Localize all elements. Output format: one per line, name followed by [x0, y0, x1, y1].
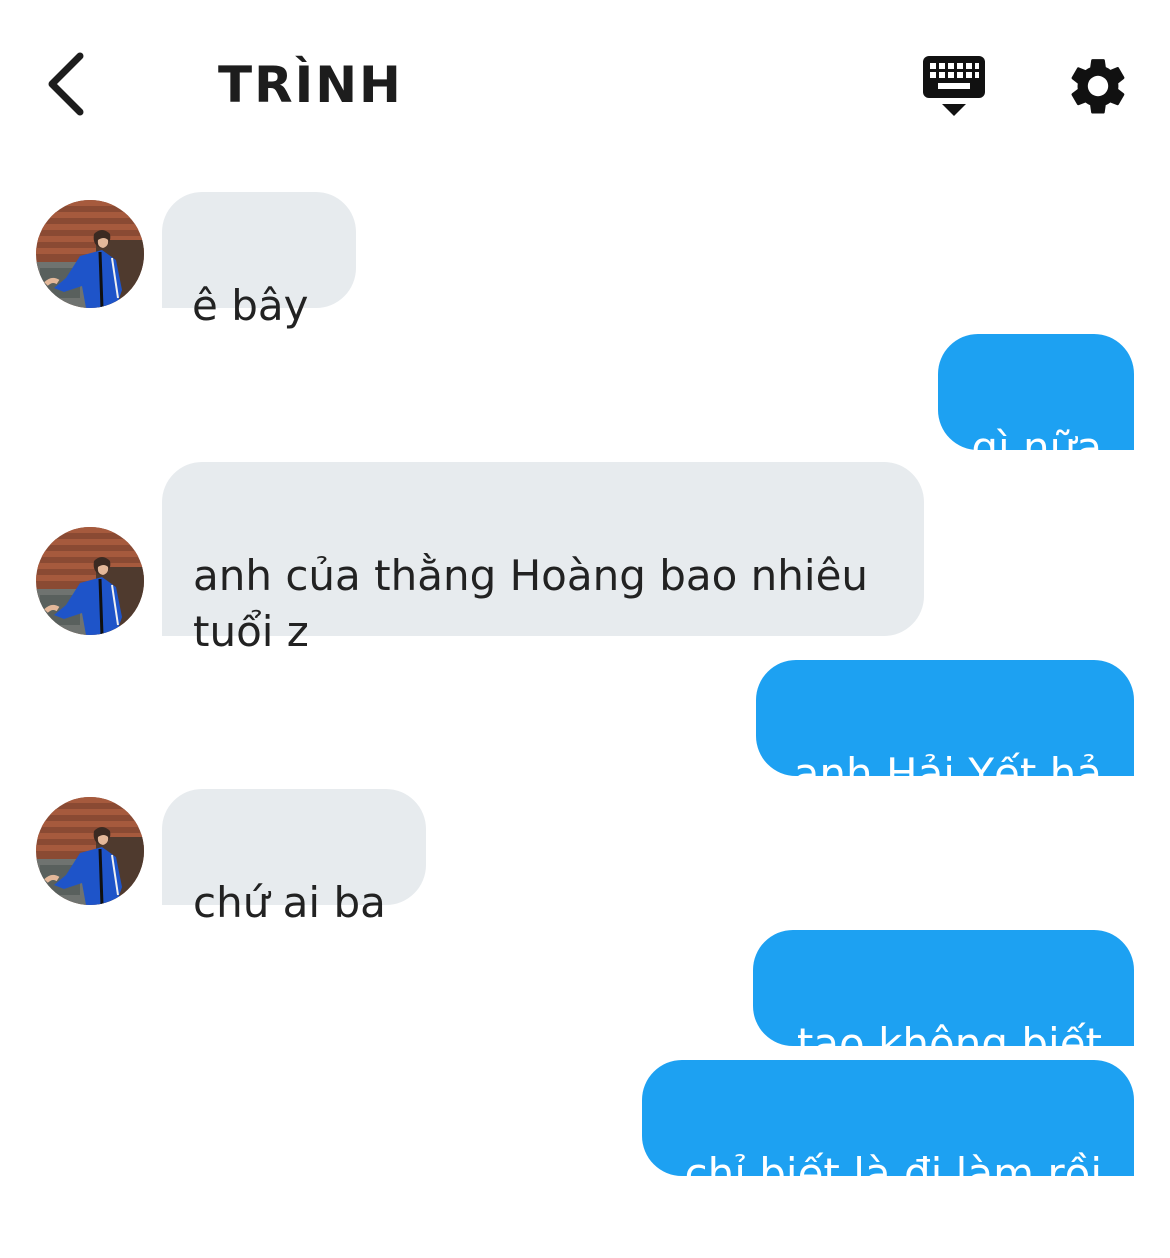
- message-text: anh Hải Yết hả: [793, 749, 1102, 798]
- message-bubble-incoming[interactable]: chứ ai ba: [162, 789, 426, 927]
- chat-header: TRÌNH: [0, 0, 1170, 170]
- message-text: chỉ biết là đi làm rồi: [684, 1149, 1102, 1198]
- keyboard-toggle-button[interactable]: [918, 52, 990, 120]
- gear-icon: [1071, 59, 1125, 114]
- message-bubble-outgoing[interactable]: chỉ biết là đi làm rồi: [642, 1060, 1134, 1198]
- message-text: ê bây: [192, 281, 309, 330]
- message-bubble-incoming[interactable]: anh của thằng Hoàng bao nhiêu tuổi z: [162, 462, 924, 656]
- message-bubble-outgoing[interactable]: anh Hải Yết hả: [756, 660, 1134, 798]
- message-bubble-incoming[interactable]: ê bây: [162, 192, 356, 330]
- message-bubble-outgoing[interactable]: gì nữa: [938, 334, 1134, 472]
- message-text: gì nữa: [971, 423, 1102, 472]
- avatar[interactable]: [36, 527, 144, 635]
- chevron-left-icon: [48, 52, 84, 116]
- keyboard-icon: [923, 56, 985, 116]
- settings-button[interactable]: [1064, 52, 1132, 120]
- avatar[interactable]: [36, 797, 144, 905]
- message-text: chứ ai ba: [193, 878, 386, 927]
- conversation-title: TRÌNH: [218, 56, 403, 114]
- avatar[interactable]: [36, 200, 144, 308]
- message-text: anh của thằng Hoàng bao nhiêu tuổi z: [193, 551, 869, 656]
- message-bubble-outgoing[interactable]: tao không biết: [753, 930, 1134, 1068]
- back-button[interactable]: [36, 48, 100, 120]
